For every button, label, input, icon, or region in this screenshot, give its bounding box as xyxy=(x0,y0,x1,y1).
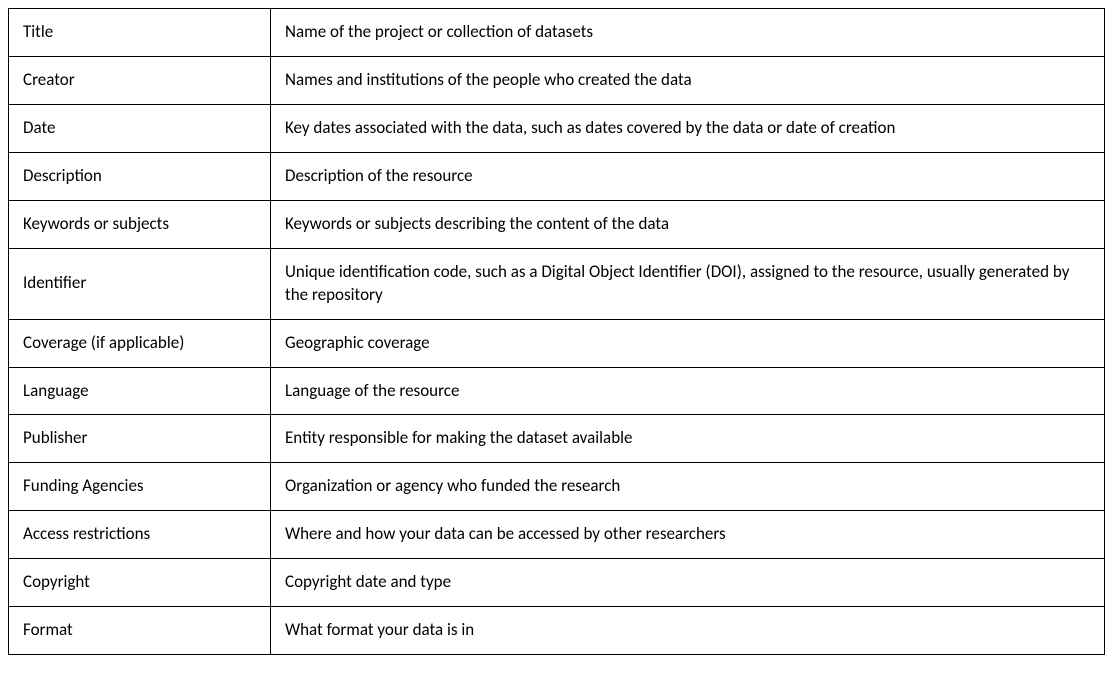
field-description: What format your data is in xyxy=(271,607,1105,655)
field-label: Copyright xyxy=(9,559,271,607)
table-row: Coverage (if applicable) Geographic cove… xyxy=(9,319,1105,367)
table-row: Date Key dates associated with the data,… xyxy=(9,104,1105,152)
field-description: Keywords or subjects describing the cont… xyxy=(271,200,1105,248)
field-label: Identifier xyxy=(9,248,271,319)
table-row: Creator Names and institutions of the pe… xyxy=(9,56,1105,104)
table-row: Format What format your data is in xyxy=(9,607,1105,655)
field-description: Copyright date and type xyxy=(271,559,1105,607)
field-description: Entity responsible for making the datase… xyxy=(271,415,1105,463)
field-description: Names and institutions of the people who… xyxy=(271,56,1105,104)
field-label: Creator xyxy=(9,56,271,104)
field-description: Organization or agency who funded the re… xyxy=(271,463,1105,511)
table-row: Keywords or subjects Keywords or subject… xyxy=(9,200,1105,248)
table-row: Access restrictions Where and how your d… xyxy=(9,511,1105,559)
field-label: Publisher xyxy=(9,415,271,463)
field-description: Where and how your data can be accessed … xyxy=(271,511,1105,559)
table-row: Copyright Copyright date and type xyxy=(9,559,1105,607)
field-label: Format xyxy=(9,607,271,655)
field-label: Funding Agencies xyxy=(9,463,271,511)
field-label: Description xyxy=(9,152,271,200)
field-description: Description of the resource xyxy=(271,152,1105,200)
table-row: Description Description of the resource xyxy=(9,152,1105,200)
metadata-table-body: Title Name of the project or collection … xyxy=(9,9,1105,655)
table-row: Language Language of the resource xyxy=(9,367,1105,415)
field-description: Name of the project or collection of dat… xyxy=(271,9,1105,57)
table-row: Identifier Unique identification code, s… xyxy=(9,248,1105,319)
field-label: Date xyxy=(9,104,271,152)
field-label: Keywords or subjects xyxy=(9,200,271,248)
field-label: Coverage (if applicable) xyxy=(9,319,271,367)
field-description: Language of the resource xyxy=(271,367,1105,415)
table-row: Title Name of the project or collection … xyxy=(9,9,1105,57)
field-label: Title xyxy=(9,9,271,57)
metadata-table: Title Name of the project or collection … xyxy=(8,8,1105,655)
table-row: Publisher Entity responsible for making … xyxy=(9,415,1105,463)
field-description: Geographic coverage xyxy=(271,319,1105,367)
table-row: Funding Agencies Organization or agency … xyxy=(9,463,1105,511)
field-description: Unique identification code, such as a Di… xyxy=(271,248,1105,319)
field-label: Language xyxy=(9,367,271,415)
field-label: Access restrictions xyxy=(9,511,271,559)
field-description: Key dates associated with the data, such… xyxy=(271,104,1105,152)
